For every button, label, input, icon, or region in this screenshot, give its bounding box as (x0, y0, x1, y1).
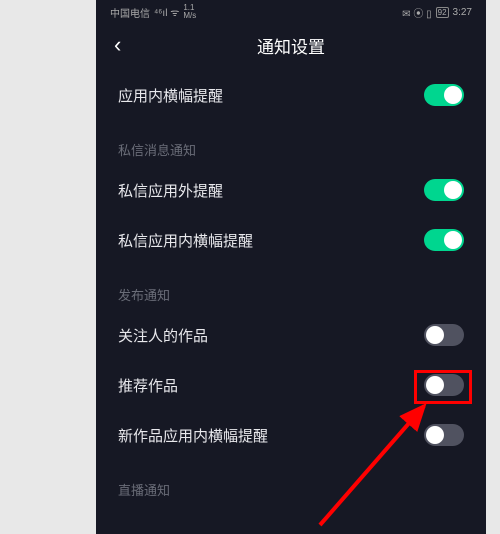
row-followed-works[interactable]: 关注人的作品 (96, 310, 486, 360)
back-icon[interactable]: ‹ (114, 32, 121, 58)
row-recommended-works[interactable]: 推荐作品 (96, 360, 486, 410)
toggle-new-works-banner[interactable] (424, 424, 464, 446)
row-label: 关注人的作品 (118, 325, 208, 346)
net-speed: 1.1M/s (183, 4, 196, 20)
toggle-recommended-works[interactable] (424, 374, 464, 396)
status-bar: 中国电信 ⁴⁶ıl ᯤ 1.1M/s ✉ ⦿ ▯ 92 3:27 (96, 0, 486, 24)
row-dm-external[interactable]: 私信应用外提醒 (96, 165, 486, 215)
row-label: 新作品应用内横幅提醒 (118, 425, 268, 446)
status-icons: ✉ ⦿ ▯ (402, 5, 431, 20)
row-new-works-banner[interactable]: 新作品应用内横幅提醒 (96, 410, 486, 460)
clock: 3:27 (453, 7, 472, 18)
carrier-label: 中国电信 (110, 5, 150, 20)
toggle-in-app-banner[interactable] (424, 84, 464, 106)
row-label: 私信应用外提醒 (118, 180, 223, 201)
nav-header: ‹ 通知设置 (96, 24, 486, 66)
phone-screen: 中国电信 ⁴⁶ıl ᯤ 1.1M/s ✉ ⦿ ▯ 92 3:27 ‹ 通知设置 … (96, 0, 486, 534)
row-label: 推荐作品 (118, 375, 178, 396)
section-live: 直播通知 (96, 460, 486, 505)
section-publish: 发布通知 (96, 265, 486, 310)
toggle-dm-banner[interactable] (424, 229, 464, 251)
row-label: 应用内横幅提醒 (118, 85, 223, 106)
status-right: ✉ ⦿ ▯ 92 3:27 (402, 5, 472, 20)
status-left: 中国电信 ⁴⁶ıl ᯤ 1.1M/s (110, 4, 196, 20)
settings-list: 应用内横幅提醒 私信消息通知 私信应用外提醒 私信应用内横幅提醒 发布通知 关注… (96, 66, 486, 505)
battery-icon: 92 (436, 7, 449, 18)
toggle-followed-works[interactable] (424, 324, 464, 346)
page-title: 通知设置 (96, 33, 486, 58)
row-label: 私信应用内横幅提醒 (118, 230, 253, 251)
section-private-messages: 私信消息通知 (96, 120, 486, 165)
row-dm-banner[interactable]: 私信应用内横幅提醒 (96, 215, 486, 265)
signal-icon: ⁴⁶ıl ᯤ (154, 5, 179, 19)
toggle-dm-external[interactable] (424, 179, 464, 201)
row-in-app-banner[interactable]: 应用内横幅提醒 (96, 70, 486, 120)
